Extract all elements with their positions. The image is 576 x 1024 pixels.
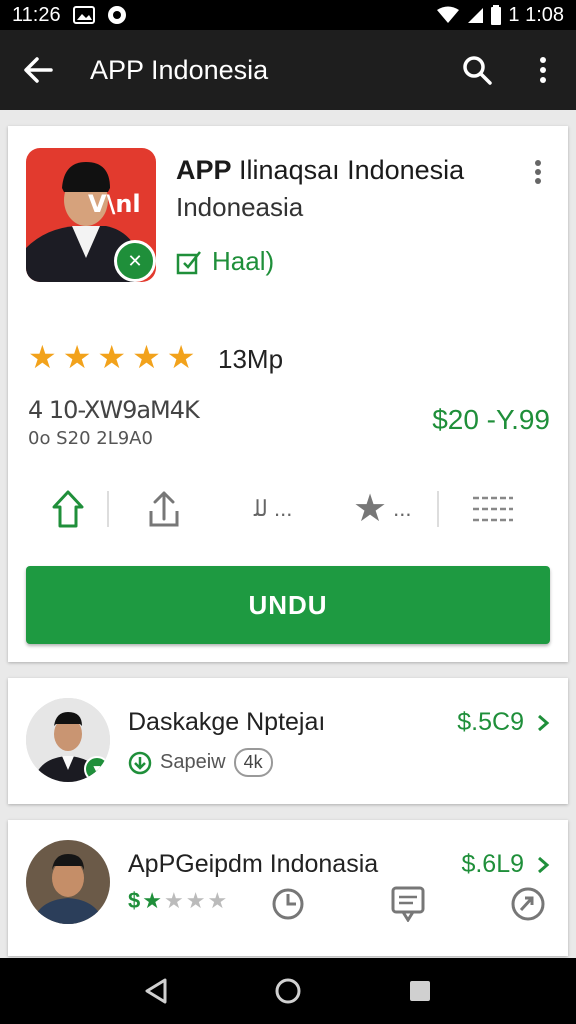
comment-button[interactable] xyxy=(388,884,428,924)
action-list-button[interactable] xyxy=(439,478,548,540)
size-pill: 4k xyxy=(233,748,273,777)
chevron-right-icon xyxy=(538,714,550,731)
app-tag-label: Haal) xyxy=(212,246,275,276)
system-navigation-bar xyxy=(0,958,576,1024)
star-icon: ★ xyxy=(166,339,196,375)
list-item-actions xyxy=(268,884,548,924)
search-button[interactable] xyxy=(444,30,510,110)
signal-icon xyxy=(466,6,484,24)
star-icon: ★ xyxy=(207,888,228,913)
nav-recents-button[interactable] xyxy=(395,966,445,1016)
list-item-price-value: $.5C9 xyxy=(457,708,524,736)
star-icon: ★ xyxy=(132,339,161,375)
more-vert-icon xyxy=(540,57,546,83)
list-item-meta: Sapeiw 4k xyxy=(128,748,273,777)
list-item-price[interactable]: $.6L9 xyxy=(461,850,550,879)
app-name: APP Ilinaqsaı Indonesia xyxy=(176,154,464,186)
action-row: ﻟﻠ ... ★ ... xyxy=(28,478,548,540)
app-price: $20 -Y.99 xyxy=(432,404,550,435)
person-avatar-icon xyxy=(26,840,110,924)
notification-circle-icon xyxy=(107,5,127,25)
list-item-rating: $ ★ ★ ★ ★ xyxy=(128,888,227,914)
battery-icon xyxy=(490,5,502,25)
comment-icon xyxy=(391,886,425,922)
star-icon: ★ xyxy=(185,888,206,913)
list-item[interactable]: ▼ Daskakge Nptejaı $.5C9 Sapeiw 4k xyxy=(8,678,568,804)
star-outline-icon: ★ xyxy=(353,488,388,530)
rating-count: 13Mp xyxy=(218,344,284,374)
status-bar: 11:26 1 1:08 xyxy=(0,0,576,30)
action-script-button[interactable]: ﻟﻠ ... xyxy=(219,478,328,540)
verified-badge-icon: ✕ xyxy=(114,240,156,282)
star-icon: ★ xyxy=(28,339,57,375)
rate-label: ... xyxy=(393,496,412,521)
script-icon: ﻟﻠ ... xyxy=(253,496,293,521)
app-name-rest: Ilinaqsaı Indonesia xyxy=(231,155,465,185)
more-vert-icon xyxy=(535,160,541,184)
overflow-menu-button[interactable] xyxy=(510,30,576,110)
app-detail-card: V\nl ✕ APP Ilinaqsaı Indonesia Indoneasi… xyxy=(8,126,568,662)
rotate-button[interactable] xyxy=(268,884,308,924)
star-icon: ★ xyxy=(62,339,92,375)
back-button[interactable] xyxy=(0,30,76,110)
star-icon: ★ xyxy=(142,888,162,913)
arrow-back-icon xyxy=(24,57,53,83)
avatar xyxy=(26,840,110,924)
avatar: ▼ xyxy=(26,698,110,782)
list-item-price-value: $.6L9 xyxy=(461,850,524,878)
card-overflow-button[interactable] xyxy=(520,154,556,190)
app-icon-text: V\nl xyxy=(88,190,141,218)
download-circle-icon xyxy=(128,751,152,774)
nav-home-button[interactable] xyxy=(263,966,313,1016)
list-item-title: ApPGeipdm Indonasia xyxy=(128,850,379,878)
nav-back-button[interactable] xyxy=(131,966,181,1016)
app-icon[interactable]: V\nl ✕ xyxy=(26,148,156,282)
action-rate-button[interactable]: ★ ... xyxy=(328,478,437,540)
rotate-icon xyxy=(272,888,304,920)
download-subtext: 0o S20 2L9A0 xyxy=(28,428,153,449)
app-bar: APP Indonesia xyxy=(0,30,576,110)
action-home-button[interactable] xyxy=(28,478,107,540)
download-count: 4 10-XW9aM4K xyxy=(28,396,200,424)
share-icon xyxy=(149,491,179,527)
triangle-back-icon xyxy=(145,978,167,1004)
chevron-right-icon xyxy=(538,856,550,873)
star-icon: ★ xyxy=(97,339,127,375)
wifi-icon xyxy=(436,6,460,24)
list-item[interactable]: ApPGeipdm Indonasia $.6L9 $ ★ ★ ★ ★ xyxy=(8,820,568,956)
square-recents-icon xyxy=(410,981,430,1001)
list-item-meta-label: Sapeiw xyxy=(160,751,226,773)
status-time-right: 1 1:08 xyxy=(508,3,564,26)
rating-stars: ★ ★ ★ ★ ★ xyxy=(28,340,195,374)
search-icon xyxy=(463,56,492,85)
action-share-button[interactable] xyxy=(109,478,218,540)
forward-circle-icon xyxy=(511,887,545,921)
home-icon xyxy=(52,490,84,528)
app-developer: Indoneasia xyxy=(176,192,304,222)
image-notification-icon xyxy=(72,6,95,24)
list-item-title: Daskakge Nptejaı xyxy=(128,708,326,736)
install-button[interactable]: UNDU xyxy=(26,566,550,644)
circle-home-icon xyxy=(275,978,301,1004)
star-icon: ★ xyxy=(163,888,184,913)
download-badge-icon: ▼ xyxy=(84,756,110,782)
dollar-icon: $ xyxy=(128,888,141,913)
edit-check-icon xyxy=(176,250,201,274)
app-category-tag[interactable]: Haal) xyxy=(176,246,274,277)
forward-button[interactable] xyxy=(508,884,548,924)
list-icon xyxy=(473,496,514,522)
page-title: APP Indonesia xyxy=(90,54,269,85)
app-name-bold: APP xyxy=(176,155,232,185)
list-item-price[interactable]: $.5C9 xyxy=(457,708,550,737)
status-time-left: 11:26 xyxy=(12,3,61,26)
